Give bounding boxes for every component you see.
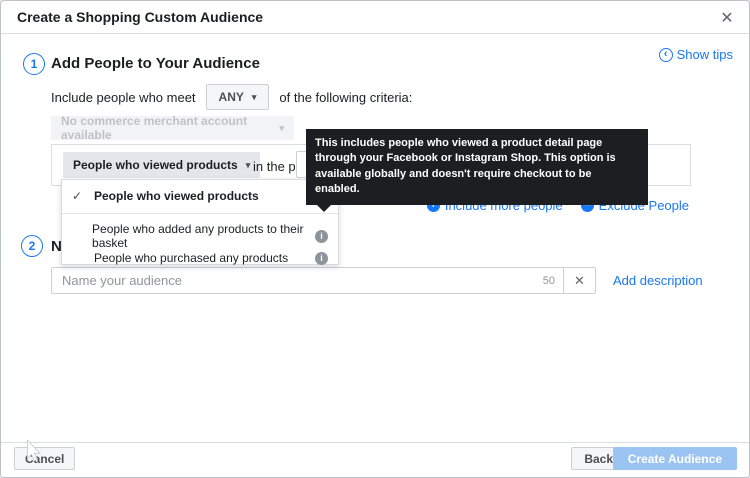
show-tips-label: Show tips [677, 47, 733, 62]
merchant-account-dropdown-label: No commerce merchant account available [61, 114, 279, 142]
menu-item-added-to-basket[interactable]: People who added any products to their b… [62, 225, 338, 247]
chevron-down-icon: ▾ [246, 161, 251, 170]
menu-item-purchased[interactable]: People who purchased any products i [62, 247, 338, 269]
chevron-down-icon: ▾ [252, 93, 257, 102]
merchant-account-dropdown: No commerce merchant account available ▾ [51, 116, 294, 140]
menu-item-label: People who purchased any products [94, 251, 288, 265]
step-2-indicator: 2 [21, 235, 43, 257]
cancel-button[interactable]: Cancel [14, 447, 75, 470]
info-tooltip: This includes people who viewed a produc… [306, 129, 648, 205]
criteria-sentence: Include people who meet ANY ▾ of the fol… [51, 84, 412, 110]
event-type-value: People who viewed products [73, 158, 238, 172]
add-description-link[interactable]: Add description [613, 273, 703, 288]
dialog-title: Create a Shopping Custom Audience [17, 9, 263, 25]
menu-divider [62, 213, 338, 214]
match-type-dropdown[interactable]: ANY ▾ [206, 84, 270, 110]
check-icon: ✓ [72, 189, 86, 203]
event-type-menu: ✓ People who viewed products i People wh… [61, 179, 339, 265]
character-counter: 50 [543, 275, 563, 287]
event-type-dropdown[interactable]: People who viewed products ▾ [63, 152, 260, 178]
show-tips-link[interactable]: ‹ Show tips [659, 47, 733, 62]
step-1-indicator: 1 [23, 53, 45, 75]
create-audience-button[interactable]: Create Audience [613, 447, 737, 470]
dialog-header: Create a Shopping Custom Audience [1, 1, 749, 34]
clear-input-button[interactable]: ✕ [563, 268, 595, 293]
audience-name-field: 50 ✕ [51, 267, 596, 294]
tooltip-text: This includes people who viewed a produc… [315, 137, 616, 195]
step-1-title: Add People to Your Audience [51, 55, 260, 72]
criteria-suffix-text: of the following criteria: [279, 90, 412, 105]
match-type-value: ANY [219, 90, 244, 104]
chevron-left-circle-icon: ‹ [659, 48, 673, 62]
info-icon[interactable]: i [315, 252, 328, 265]
menu-item-label: People who viewed products [94, 189, 259, 203]
mouse-cursor-icon [26, 440, 41, 462]
chevron-down-icon: ▾ [279, 124, 284, 133]
menu-item-viewed-products[interactable]: ✓ People who viewed products i [62, 184, 338, 208]
dialog-footer: Cancel Back Create Audience [1, 442, 749, 477]
close-icon[interactable]: ✕ [715, 6, 739, 30]
tooltip-caret [317, 205, 331, 212]
menu-item-label: People who added any products to their b… [92, 222, 307, 250]
create-shopping-custom-audience-dialog: Create a Shopping Custom Audience ✕ ‹ Sh… [0, 0, 750, 478]
audience-name-input[interactable] [52, 273, 543, 288]
info-icon[interactable]: i [315, 230, 328, 243]
criteria-prefix-text: Include people who meet [51, 90, 196, 105]
